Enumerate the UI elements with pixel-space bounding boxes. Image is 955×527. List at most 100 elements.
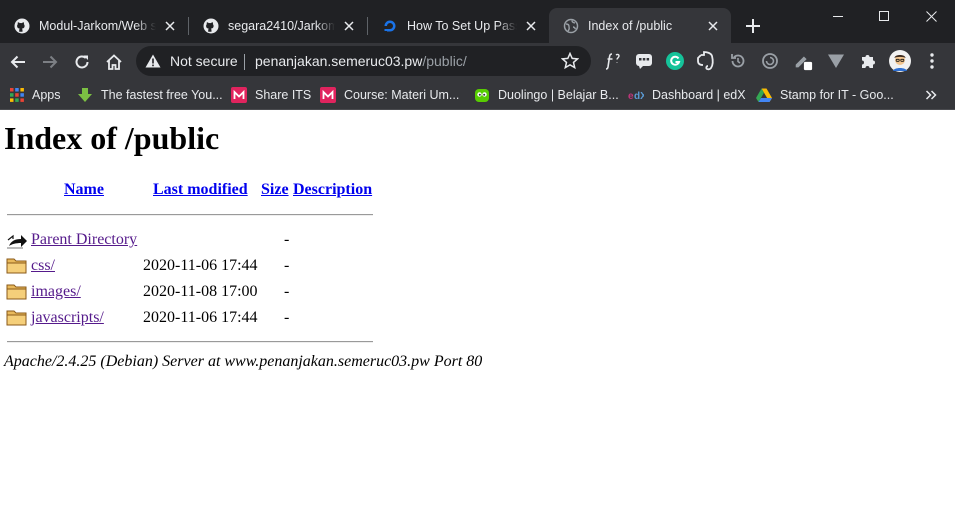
bookmark-edx[interactable]: e dX Dashboard | edX [628,85,746,105]
bookmark-label: Course: Materi Um... [344,88,460,102]
security-label[interactable]: Not secure [170,53,238,69]
bookmark-star-icon[interactable] [561,52,579,70]
column-header-description[interactable]: Description [293,181,372,199]
tab-segara-jarkom[interactable]: segara2410/Jarkom_Modul [189,8,367,43]
new-tab-button[interactable] [742,15,764,37]
double-chevron-right-icon [925,90,937,100]
page-title: Index of /public [4,120,220,156]
parent-directory-icon [7,234,27,249]
row-size: - [284,231,290,248]
tab-modul-jarkom[interactable]: Modul-Jarkom/Web server [0,8,188,43]
url-path: /public/ [422,53,467,69]
maximize-button[interactable] [861,0,907,32]
bookmark-share-its[interactable]: Share ITS [231,85,311,105]
toolbar: Not secure penanjakan.semeruc03.pw/publi… [0,43,955,80]
google-drive-icon [756,87,772,103]
images-folder-link[interactable]: images/ [31,283,81,301]
bookmark-stamp-for-it[interactable]: Stamp for IT - Goo... [756,85,894,105]
folder-icon [6,284,27,300]
omnibox-divider [244,54,245,70]
edx-icon: e dX [628,87,644,103]
profile-avatar[interactable] [889,50,911,72]
pen-extension-icon[interactable] [793,51,813,71]
divider [7,341,373,343]
svg-text:dX: dX [634,91,644,102]
maximize-icon [879,11,889,21]
bookmark-label: The fastest free You... [101,88,223,102]
evernote-icon[interactable] [696,51,716,71]
reload-icon [75,55,89,69]
bookmarks-bar: Apps The fastest free You... Share ITS C… [0,80,955,110]
back-button[interactable] [4,48,32,76]
bookmark-label: Dashboard | edX [652,88,746,102]
bookmark-youtube-downloader[interactable]: The fastest free You... [77,85,223,105]
css-folder-link[interactable]: css/ [31,257,55,275]
tab-title: segara2410/Jarkom_Modul [228,18,335,33]
column-header-name[interactable]: Name [64,181,104,199]
home-icon [106,54,122,70]
vimeo-v-extension-icon[interactable] [826,51,846,71]
home-button[interactable] [100,48,128,76]
javascripts-folder-link[interactable]: javascripts/ [31,309,104,327]
row-size: - [284,283,290,300]
server-signature: Apache/2.4.25 (Debian) Server at www.pen… [4,353,483,370]
column-header-last-modified[interactable]: Last modified [153,181,248,199]
grammarly-icon[interactable] [665,51,685,71]
download-arrow-icon [77,87,93,103]
column-header-size[interactable]: Size [261,181,289,199]
github-icon [203,18,219,34]
its-m-icon [231,87,247,103]
formula-extension-icon[interactable] [603,51,623,71]
tab-title: Modul-Jarkom/Web server [39,18,156,33]
globe-icon [563,18,579,34]
circle-extension-icon[interactable] [760,51,780,71]
chat-extension-icon[interactable] [634,51,654,71]
reload-button[interactable] [68,48,96,76]
duolingo-icon [474,87,490,103]
close-icon[interactable] [705,18,721,34]
plus-icon [746,19,760,33]
forward-button[interactable] [36,48,64,76]
tab-index-of-public[interactable]: Index of /public [549,8,731,43]
url-text[interactable]: penanjakan.semeruc03.pw/public/ [255,53,467,69]
table-row: Parent Directory - [0,229,400,251]
bookmark-label: Apps [32,88,61,102]
apps-grid-icon [10,87,24,103]
divider [7,214,373,216]
its-m-icon [320,87,336,103]
close-window-button[interactable] [907,0,955,32]
close-icon[interactable] [341,18,357,34]
close-window-icon [925,10,937,22]
row-modified: 2020-11-08 17:00 [143,283,258,300]
minimize-button[interactable] [815,0,861,32]
address-bar[interactable]: Not secure penanjakan.semeruc03.pw/publi… [136,46,591,76]
row-modified: 2020-11-06 17:44 [143,309,258,326]
history-extension-icon[interactable] [728,51,748,71]
page-content: Index of /public Name Last modified Size… [0,111,955,527]
bookmarks-overflow-button[interactable] [925,85,937,105]
bookmark-course-materi[interactable]: Course: Materi Um... [320,85,459,105]
kebab-menu-icon [930,53,934,69]
parent-directory-link[interactable]: Parent Directory [31,231,137,249]
tab-strip: Modul-Jarkom/Web server segara2410/Jarko… [0,0,955,43]
bookmark-label: Share ITS [255,88,312,102]
tab-password-setup[interactable]: How To Set Up Password [368,8,549,43]
chrome-menu-button[interactable] [922,51,942,71]
tab-title: How To Set Up Password [407,18,517,33]
warning-triangle-icon [145,54,161,68]
table-row: css/ 2020-11-06 17:44 - [0,255,400,277]
row-modified: 2020-11-06 17:44 [143,257,258,274]
minimize-icon [833,16,843,17]
bookmark-label: Duolingo | Belajar B... [498,88,619,102]
bookmark-apps[interactable]: Apps [10,85,61,105]
digitalocean-icon [382,18,398,34]
folder-icon [6,258,27,274]
close-icon[interactable] [523,18,539,34]
back-arrow-icon [10,55,25,69]
close-icon[interactable] [162,18,178,34]
puzzle-extensions-icon[interactable] [858,51,878,71]
github-icon [14,18,30,34]
url-host: penanjakan.semeruc03.pw [255,53,423,69]
table-row: javascripts/ 2020-11-06 17:44 - [0,307,400,329]
bookmark-duolingo[interactable]: Duolingo | Belajar B... [474,85,619,105]
